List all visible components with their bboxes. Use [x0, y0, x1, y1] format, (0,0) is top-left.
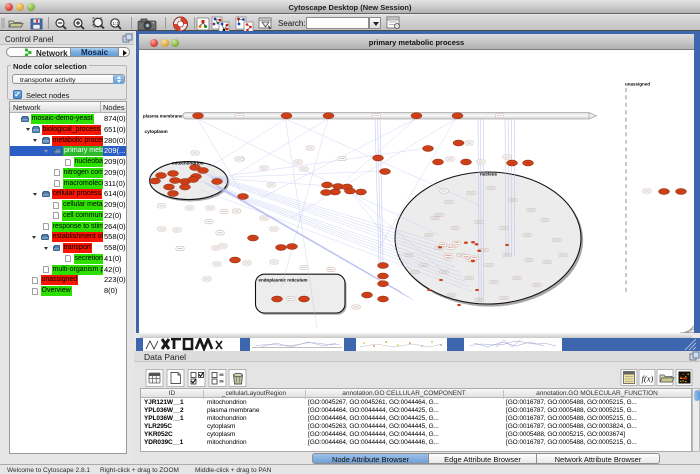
- svg-text:cytoplasm: cytoplasm: [145, 129, 168, 135]
- svg-text:endoplasmic reticulum: endoplasmic reticulum: [259, 278, 308, 283]
- svg-text:1:1: 1:1: [113, 21, 120, 26]
- svg-text:f(x): f(x): [642, 374, 654, 384]
- svg-text:mitochondrion: mitochondrion: [172, 161, 204, 166]
- svg-text:nucleus: nucleus: [480, 172, 497, 177]
- svg-text:unassigned: unassigned: [625, 82, 650, 87]
- svg-text:plasma membrane: plasma membrane: [143, 114, 183, 119]
